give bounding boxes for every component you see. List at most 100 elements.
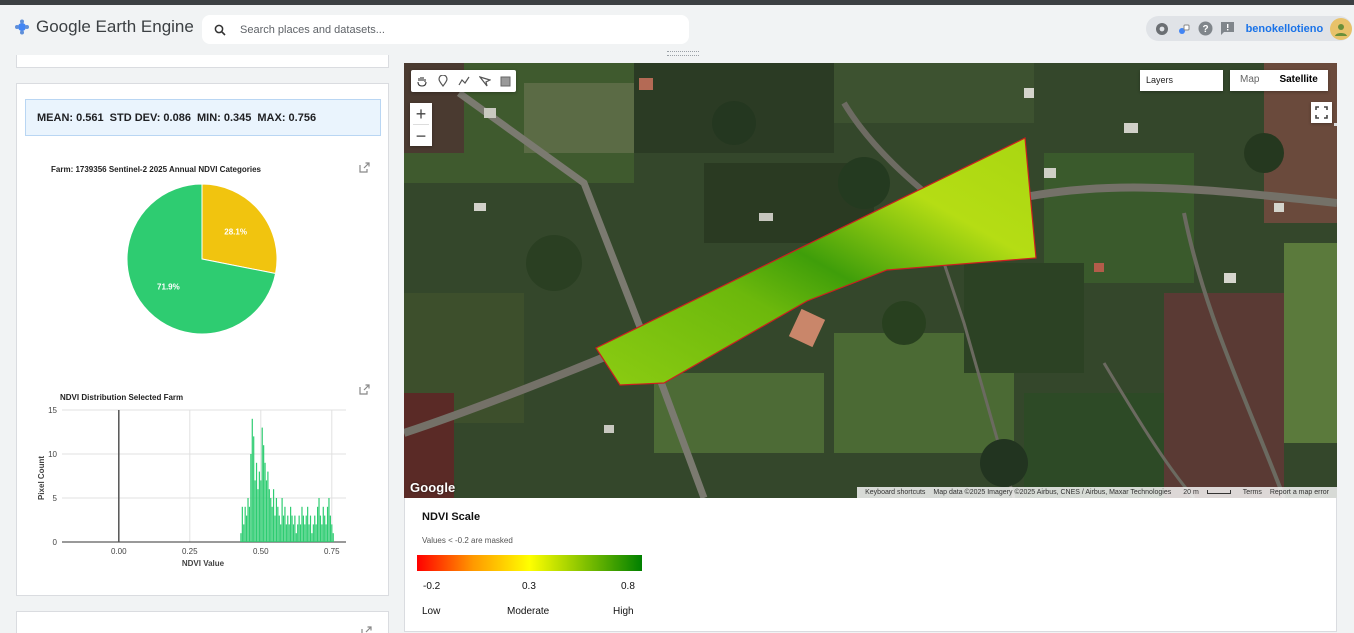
earth-engine-logo-icon bbox=[15, 19, 29, 35]
search-box[interactable] bbox=[202, 15, 689, 44]
panel-resize-handle[interactable] bbox=[667, 51, 699, 56]
histogram-bar bbox=[268, 489, 270, 542]
histogram-bar bbox=[311, 533, 313, 542]
legend-high-label: High bbox=[613, 606, 634, 617]
histogram-bar bbox=[292, 524, 295, 542]
map-view[interactable]: + − Layers Map Satellite Google Keyboard… bbox=[404, 63, 1337, 498]
histogram-title: NDVI Distribution Selected Farm bbox=[60, 393, 184, 402]
histogram-bar bbox=[307, 506, 309, 542]
histogram-bar bbox=[312, 524, 314, 542]
histogram-bar bbox=[274, 515, 276, 542]
draw-rectangle-icon[interactable] bbox=[495, 70, 516, 92]
zoom-in-button[interactable]: + bbox=[410, 103, 432, 124]
user-avatar[interactable] bbox=[1330, 17, 1352, 40]
zoom-control: + − bbox=[410, 103, 432, 146]
histogram-bar bbox=[301, 506, 303, 542]
popout-icon[interactable] bbox=[359, 384, 370, 395]
histogram-bar bbox=[331, 524, 333, 542]
x-tick-label: 0.50 bbox=[253, 547, 269, 556]
zoom-out-button[interactable]: − bbox=[410, 125, 432, 146]
histogram-bar bbox=[246, 515, 248, 542]
keyboard-shortcuts-link[interactable]: Keyboard shortcuts bbox=[865, 489, 925, 496]
histogram-bar bbox=[308, 524, 310, 542]
scale-label: 20 m bbox=[1179, 489, 1235, 496]
histogram-bar bbox=[272, 489, 275, 542]
y-tick-label: 5 bbox=[53, 494, 58, 503]
histogram-bar bbox=[248, 506, 251, 542]
histogram-bar bbox=[297, 524, 299, 542]
stat-mean: MEAN: 0.561 bbox=[37, 111, 104, 124]
terms-link[interactable]: Terms bbox=[1243, 489, 1262, 496]
histogram-bar bbox=[255, 462, 258, 542]
fullscreen-icon bbox=[1315, 106, 1328, 119]
pie-slice-label: 28.1% bbox=[224, 227, 247, 236]
legend-mid-value: 0.3 bbox=[522, 581, 536, 592]
histogram-bar bbox=[251, 418, 253, 542]
histogram-bar bbox=[314, 515, 316, 542]
histogram-bar bbox=[302, 515, 304, 542]
next-card bbox=[16, 611, 389, 633]
histogram-bar bbox=[317, 506, 319, 542]
histogram-bar bbox=[270, 498, 272, 542]
histogram-bar bbox=[281, 498, 283, 542]
legend-moderate-label: Moderate bbox=[507, 606, 550, 617]
search-icon bbox=[214, 24, 226, 36]
layers-button[interactable]: Layers bbox=[1140, 70, 1223, 91]
histogram-bar bbox=[305, 515, 307, 542]
y-tick-label: 0 bbox=[53, 538, 58, 547]
histogram-bar bbox=[291, 515, 293, 542]
histogram-bar bbox=[284, 506, 286, 542]
histogram-bar bbox=[326, 506, 329, 542]
histogram-bar bbox=[263, 445, 265, 542]
histogram-bar bbox=[287, 515, 289, 542]
map-data-credit: Map data ©2025 Imagery ©2025 Airbus, CNE… bbox=[933, 489, 1172, 496]
feedback-icon[interactable] bbox=[1220, 21, 1236, 37]
histogram-bar bbox=[264, 462, 266, 542]
map-type-map-button[interactable]: Map bbox=[1230, 70, 1269, 91]
map-type-control: Map Satellite bbox=[1230, 70, 1328, 91]
x-tick-label: 0.75 bbox=[324, 547, 340, 556]
map-type-satellite-button[interactable]: Satellite bbox=[1269, 70, 1327, 91]
histogram-bar bbox=[332, 533, 334, 542]
y-tick-label: 15 bbox=[48, 406, 57, 415]
pie-slice-label: 71.9% bbox=[157, 283, 180, 292]
histogram-bar bbox=[298, 515, 300, 542]
histogram-bar bbox=[258, 471, 260, 542]
histogram-bar bbox=[299, 524, 302, 542]
search-input[interactable] bbox=[240, 23, 660, 36]
marker-point-icon[interactable] bbox=[432, 70, 453, 92]
app-logo[interactable]: Google Earth Engine bbox=[14, 17, 194, 37]
svg-text:?: ? bbox=[1203, 24, 1209, 35]
draw-polygon-icon[interactable] bbox=[474, 70, 495, 92]
histogram-bar bbox=[250, 454, 252, 542]
popout-icon[interactable] bbox=[359, 162, 370, 173]
ndvi-legend-panel: NDVI Scale Values < -0.2 are masked -0.2… bbox=[404, 498, 1337, 632]
histogram-bar bbox=[240, 533, 242, 542]
histogram-bar bbox=[288, 524, 290, 542]
ndvi-categories-pie: 28.1% 71.9% bbox=[126, 183, 278, 335]
histogram-bar bbox=[257, 489, 259, 542]
x-tick-label: 0.25 bbox=[182, 547, 198, 556]
settings-gear-icon[interactable] bbox=[1154, 21, 1170, 37]
histogram-bar bbox=[285, 524, 287, 542]
username-link[interactable]: benokellotieno bbox=[1246, 23, 1324, 35]
histogram-bar bbox=[328, 498, 330, 542]
histogram-bar bbox=[318, 498, 320, 542]
histogram-bar bbox=[118, 410, 120, 542]
help-icon[interactable]: ? bbox=[1198, 21, 1214, 37]
drawing-tools bbox=[411, 70, 516, 92]
draw-line-icon[interactable] bbox=[453, 70, 474, 92]
report-map-error-link[interactable]: Report a map error bbox=[1270, 489, 1329, 496]
app-title: Google Earth Engine bbox=[36, 17, 194, 36]
user-toolbar: ? benokellotieno bbox=[1146, 16, 1352, 41]
fullscreen-button[interactable] bbox=[1311, 102, 1332, 123]
y-axis-label: Pixel Count bbox=[37, 456, 46, 500]
histogram-bar bbox=[294, 515, 296, 542]
legend-max-value: 0.8 bbox=[621, 581, 635, 592]
apps-lock-icon[interactable] bbox=[1176, 21, 1192, 37]
pan-hand-icon[interactable] bbox=[411, 70, 432, 92]
histogram-bar bbox=[304, 524, 306, 542]
histogram-bar bbox=[324, 515, 326, 542]
popout-icon[interactable] bbox=[361, 626, 372, 633]
histogram-bar bbox=[321, 524, 323, 542]
